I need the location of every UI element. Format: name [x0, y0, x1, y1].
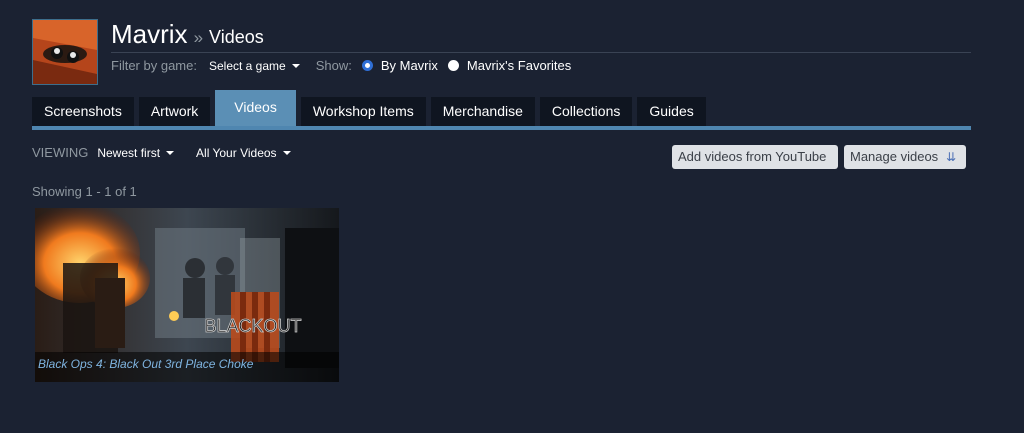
show-label: Show: [315, 58, 352, 73]
chevron-down-icon [282, 150, 291, 155]
tab-screenshots[interactable]: Screenshots [32, 97, 134, 126]
radio-by-mavrix[interactable]: By Mavrix [361, 58, 438, 73]
sort-select-label: Newest first [97, 145, 161, 160]
tab-collections[interactable]: Collections [539, 97, 633, 126]
tab-merchandise[interactable]: Merchandise [430, 97, 535, 126]
breadcrumb-separator: » [193, 28, 204, 47]
tab-underline [32, 126, 971, 130]
header-divider [111, 52, 971, 53]
game-select[interactable]: Select a game [209, 59, 300, 73]
manage-videos-button[interactable]: Manage videos ⇊ [844, 145, 966, 169]
double-chevron-down-icon: ⇊ [946, 150, 957, 164]
profile-name[interactable]: Mavrix [111, 19, 188, 49]
radio-favorites-label: Mavrix's Favorites [466, 58, 572, 73]
game-select-label: Select a game [208, 58, 286, 73]
tab-workshop-items[interactable]: Workshop Items [300, 97, 426, 126]
blackout-logo: BLACKOUT [204, 316, 301, 336]
radio-favorites[interactable]: Mavrix's Favorites [447, 58, 572, 73]
avatar[interactable] [32, 19, 98, 85]
radio-by-mavrix-label: By Mavrix [380, 58, 438, 73]
chevron-down-icon [291, 63, 300, 68]
add-videos-button-label: Add videos from YouTube [678, 149, 827, 164]
radio-unchecked-icon [447, 60, 459, 71]
page-title: Mavrix » Videos [111, 19, 264, 50]
add-videos-from-youtube-button[interactable]: Add videos from YouTube [672, 145, 838, 169]
scope-select-label: All Your Videos [196, 145, 277, 160]
game-controller-avatar-icon [33, 20, 97, 84]
scope-select[interactable]: All Your Videos [196, 146, 291, 160]
tab-guides[interactable]: Guides [637, 97, 706, 126]
tab-videos[interactable]: Videos [215, 90, 296, 126]
tab-artwork[interactable]: Artwork [138, 97, 211, 126]
section-title: Videos [209, 27, 264, 47]
results-count: Showing 1 - 1 of 1 [32, 184, 137, 199]
filter-by-game-label: Filter by game: [111, 58, 197, 73]
video-title-link[interactable]: Black Ops 4: Black Out 3rd Place Choke [38, 357, 253, 371]
chevron-down-icon [166, 150, 175, 155]
viewing-toolbar: VIEWING Newest first All Your Videos [32, 145, 291, 160]
manage-videos-button-label: Manage videos [850, 149, 939, 164]
filter-row: Filter by game: Select a game Show: By M… [111, 58, 571, 73]
tab-bar: Screenshots Artwork Videos Workshop Item… [32, 90, 711, 126]
sort-select[interactable]: Newest first [97, 145, 175, 160]
radio-checked-icon [361, 60, 373, 71]
video-thumbnail[interactable]: BLACKOUT Black Ops 4: Black Out 3rd Plac… [35, 208, 339, 382]
viewing-label: VIEWING [32, 145, 89, 160]
